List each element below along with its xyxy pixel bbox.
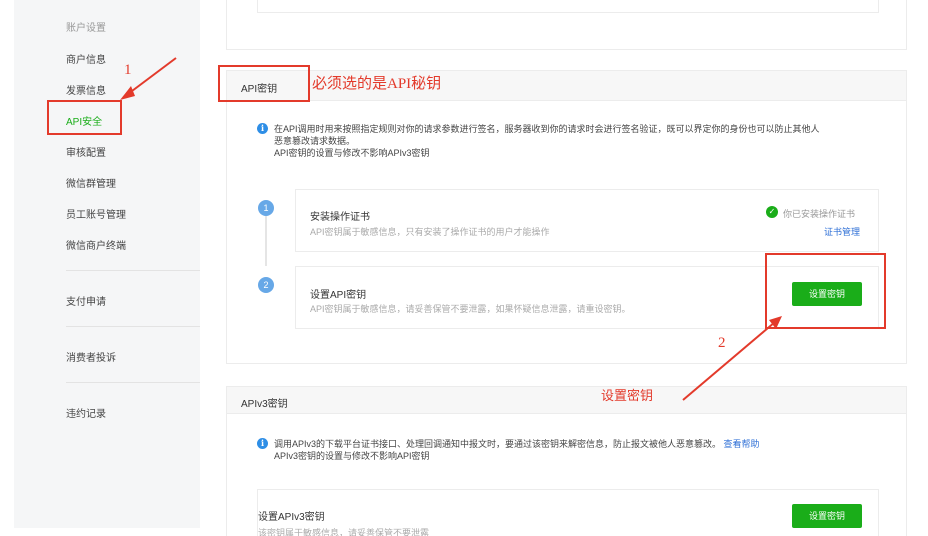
view-help-link[interactable]: 查看帮助 — [724, 439, 760, 449]
sidebar-item-staff-accounts[interactable]: 员工账号管理 — [66, 206, 126, 221]
info-icon: i — [257, 123, 268, 134]
sidebar-item-payment-apply[interactable]: 支付申请 — [66, 293, 106, 308]
check-circle-icon: ✓ — [766, 206, 778, 218]
sidebar-section-title: 账户设置 — [66, 23, 106, 34]
apiv3-panel-header: APIv3密钥 — [226, 386, 907, 413]
step-connector — [265, 216, 267, 266]
apiv3-info-text: 调用APIv3的下载平台证书接口、处理回调通知中报文时，要通过该密钥来解密信息，… — [274, 438, 760, 462]
apiv3-card-desc: 该密钥属于敏感信息，请妥善保管不要泄露 — [258, 528, 430, 536]
info-icon: i — [257, 438, 268, 449]
previous-card — [257, 0, 879, 13]
annotation-box-sidebar — [47, 100, 122, 135]
annotation-box-set-key-button — [765, 253, 886, 329]
sidebar-item-merchant-terminal[interactable]: 微信商户终端 — [66, 237, 126, 252]
apiv3-card-title: 设置APIv3密钥 — [258, 512, 325, 523]
step-card-install-cert: 安装操作证书 API密钥属于敏感信息，只有安装了操作证书的用户才能操作 ✓ 你已… — [295, 189, 879, 252]
annotation-box-api-key-title — [218, 65, 310, 102]
step-desc: API密钥属于敏感信息，请妥善保管不要泄露，如果怀疑信息泄露，请重设密钥。 — [310, 304, 631, 314]
apiv3-info-line-text: 调用APIv3的下载平台证书接口、处理回调通知中报文时，要通过该密钥来解密信息，… — [274, 439, 722, 449]
step-title: 安装操作证书 — [310, 212, 370, 223]
sidebar-divider — [66, 326, 200, 327]
annotation-label-2: 2 — [718, 335, 726, 351]
apiv3-info-line: APIv3密钥的设置与修改不影响API密钥 — [274, 451, 430, 461]
annotation-note-set-key: 设置密钥 — [601, 388, 654, 403]
previous-panel — [226, 0, 907, 50]
api-key-info-line: API密钥的设置与修改不影响APIv3密钥 — [274, 148, 430, 158]
sidebar-item-wechat-group[interactable]: 微信群管理 — [66, 175, 116, 190]
step-desc: API密钥属于敏感信息，只有安装了操作证书的用户才能操作 — [310, 227, 550, 237]
api-key-info-line: 在API调用时用来按照指定规则对你的请求参数进行签名，服务器收到你的请求时会进行… — [274, 124, 820, 134]
sidebar-item-invoice-info[interactable]: 发票信息 — [66, 82, 106, 97]
sidebar-item-violation-records[interactable]: 违约记录 — [66, 405, 106, 420]
cert-management-link[interactable]: 证书管理 — [824, 225, 860, 238]
sidebar-divider — [66, 270, 200, 271]
sidebar-item-merchant-info[interactable]: 商户信息 — [66, 51, 106, 66]
apiv3-info-line: 调用APIv3的下载平台证书接口、处理回调通知中报文时，要通过该密钥来解密信息，… — [274, 438, 760, 450]
step-number-1: 1 — [258, 200, 274, 216]
apiv3-panel: i 调用APIv3的下载平台证书接口、处理回调通知中报文时，要通过该密钥来解密信… — [226, 413, 907, 536]
sidebar-item-consumer-complaints[interactable]: 消费者投诉 — [66, 349, 116, 364]
apiv3-card: 设置APIv3密钥 该密钥属于敏感信息，请妥善保管不要泄露 设置密钥 — [257, 489, 879, 536]
cert-installed-status: 你已安装操作证书 — [783, 209, 856, 219]
set-apiv3-key-button[interactable]: 设置密钥 — [792, 504, 862, 528]
sidebar-item-review-config[interactable]: 审核配置 — [66, 144, 106, 159]
step-title: 设置API密钥 — [310, 290, 367, 301]
sidebar: 账户设置 商户信息 发票信息 API安全 审核配置 微信群管理 员工账号管理 微… — [14, 0, 200, 528]
apiv3-panel-title: APIv3密钥 — [241, 399, 288, 410]
step-number-2: 2 — [258, 277, 274, 293]
annotation-note-api: 必须选的是API秘钥 — [312, 76, 442, 92]
api-key-info-line: 恶意篡改请求数据。 — [274, 136, 356, 146]
annotation-label-1: 1 — [124, 62, 132, 78]
api-key-info-text: 在API调用时用来按照指定规则对你的请求参数进行签名，服务器收到你的请求时会进行… — [274, 123, 820, 159]
sidebar-divider — [66, 382, 200, 383]
page: 账户设置 商户信息 发票信息 API安全 审核配置 微信群管理 员工账号管理 微… — [0, 0, 928, 536]
